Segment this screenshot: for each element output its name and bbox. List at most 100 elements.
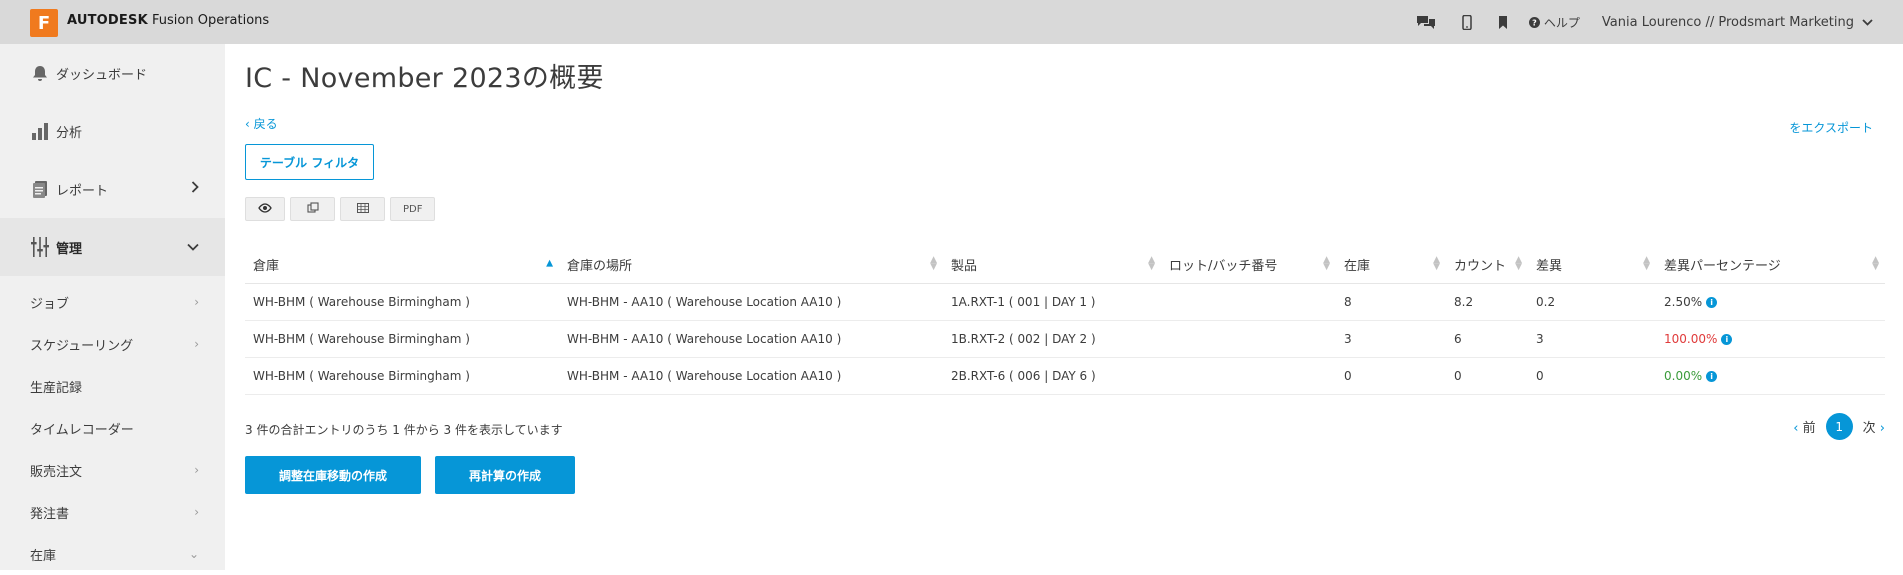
sidebar-subitem-production-records[interactable]: 生産記録 (0, 365, 225, 407)
column-header-location[interactable]: 倉庫の場所 ▲ ▼ (559, 246, 943, 284)
create-recount-button[interactable]: 再計算の作成 (435, 456, 575, 494)
page-title: IC - November 2023の概要 (245, 63, 604, 94)
chevron-down-icon (187, 239, 199, 255)
current-page[interactable]: 1 (1825, 413, 1853, 440)
chat-icon[interactable] (1416, 14, 1436, 30)
sidebar-subitem-label: 在庫 (30, 548, 57, 564)
cell-stock: 0 (1336, 357, 1446, 395)
sidebar-item-management[interactable]: 管理 (0, 218, 225, 276)
copy-icon (306, 201, 319, 217)
chevron-right-icon (191, 181, 199, 197)
cell-count: 8.2 (1446, 283, 1528, 321)
chevron-right-icon: › (194, 295, 199, 309)
bar-chart-icon (30, 122, 50, 140)
main-content: IC - November 2023の概要 ‹ 戻る をエクスポート テーブル … (245, 44, 1885, 570)
sidebar-subitem-label: 生産記録 (30, 380, 83, 396)
entries-summary: 3 件の合計エントリのうち 1 件から 3 件を表示しています (245, 423, 563, 437)
fusion-logo[interactable]: F (30, 9, 58, 37)
prev-page-link[interactable]: ‹ 前 (1793, 417, 1815, 436)
cell-lot (1161, 320, 1336, 358)
action-buttons: 調整在庫移動の作成 再計算の作成 (245, 456, 575, 494)
table-header-row: 倉庫 ▲ 倉庫の場所 ▲ ▼ 製品 ▲ ▼ ロット/バッチ番号 ▲ ▼ 在庫 ▲ ▼ カウント ▲ ▼… (245, 246, 1885, 284)
sidebar-subitem-jobs[interactable]: ジョブ › (0, 281, 225, 323)
info-icon[interactable]: i (1706, 370, 1718, 382)
column-header-stock[interactable]: 在庫 ▲ ▼ (1336, 246, 1446, 284)
sort-ascending-icon: ▲ (546, 258, 553, 269)
cell-stock: 3 (1336, 320, 1446, 358)
column-visibility-button[interactable] (245, 197, 285, 221)
sidebar-subitem-label: 発注書 (30, 506, 70, 522)
cell-count: 0 (1446, 357, 1528, 395)
chevron-down-icon (1862, 15, 1873, 30)
back-link[interactable]: ‹ 戻る (245, 115, 278, 132)
chevron-left-icon: ‹ (1793, 421, 1799, 436)
sidebar-subitem-purchase-orders[interactable]: 発注書 › (0, 491, 225, 533)
sidebar-subitem-sales-orders[interactable]: 販売注文 › (0, 449, 225, 491)
pdf-button[interactable]: PDF (390, 197, 436, 221)
column-header-difference-percent[interactable]: 差異パーセンテージ ▲ ▼ (1656, 246, 1885, 284)
sidebar-subitem-scheduling[interactable]: スケジューリング › (0, 323, 225, 365)
create-adjustment-button[interactable]: 調整在庫移動の作成 (245, 456, 421, 494)
column-header-lot[interactable]: ロット/バッチ番号 ▲ ▼ (1161, 246, 1336, 284)
user-menu[interactable]: Vania Lourenco // Prodsmart Marketing (1602, 15, 1873, 30)
csv-button[interactable] (340, 197, 385, 221)
sort-icon: ▲ ▼ (1323, 255, 1330, 273)
sort-icon: ▲ ▼ (1433, 255, 1440, 273)
info-icon[interactable]: i (1721, 333, 1733, 345)
cell-location: WH-BHM - AA10 ( Warehouse Location AA10 … (559, 320, 943, 358)
inventory-count-table: 倉庫 ▲ 倉庫の場所 ▲ ▼ 製品 ▲ ▼ ロット/バッチ番号 ▲ ▼ 在庫 ▲ ▼ カウント ▲ ▼… (245, 246, 1885, 395)
sidebar-subitem-label: スケジューリング (30, 338, 134, 354)
eye-icon (258, 202, 272, 216)
help-label: ヘルプ (1543, 15, 1580, 30)
cell-stock: 8 (1336, 283, 1446, 321)
cell-lot (1161, 283, 1336, 321)
sidebar-item-reports[interactable]: レポート (0, 160, 225, 218)
column-header-warehouse[interactable]: 倉庫 ▲ (245, 246, 559, 284)
cell-location: WH-BHM - AA10 ( Warehouse Location AA10 … (559, 357, 943, 395)
sidebar-subitem-time-recorder[interactable]: タイムレコーダー (0, 407, 225, 449)
cell-product: 2B.RXT-6 ( 006 | DAY 6 ) (943, 357, 1161, 395)
sliders-icon (30, 237, 50, 257)
pagination: ‹ 前 1 次 › (1793, 413, 1885, 440)
cell-product: 1B.RXT-2 ( 002 | DAY 2 ) (943, 320, 1161, 358)
cell-difference: 0 (1528, 357, 1656, 395)
sidebar-subitem-inventory[interactable]: 在庫 ⌄ (0, 533, 225, 575)
copy-button[interactable] (290, 197, 335, 221)
table-row[interactable]: WH-BHM ( Warehouse Birmingham ) WH-BHM -… (245, 357, 1885, 395)
brand-rest: Fusion Operations (147, 13, 270, 28)
info-icon[interactable]: i (1706, 296, 1718, 308)
sidebar-item-analytics[interactable]: 分析 (0, 102, 225, 160)
bookmark-icon[interactable] (1498, 15, 1508, 29)
sort-icon: ▲ ▼ (1643, 255, 1650, 273)
sidebar-subitem-label: タイムレコーダー (30, 422, 134, 438)
chevron-right-icon: › (194, 505, 199, 519)
sidebar-item-label: 分析 (56, 125, 83, 141)
column-header-product[interactable]: 製品 ▲ ▼ (943, 246, 1161, 284)
cell-warehouse: WH-BHM ( Warehouse Birmingham ) (245, 320, 559, 358)
column-header-difference[interactable]: 差異 ▲ ▼ (1528, 246, 1656, 284)
bell-icon (30, 65, 50, 82)
sort-icon: ▲ ▼ (1148, 255, 1155, 273)
chevron-right-icon: › (194, 337, 199, 351)
table-row[interactable]: WH-BHM ( Warehouse Birmingham ) WH-BHM -… (245, 320, 1885, 358)
next-page-link[interactable]: 次 › (1863, 417, 1885, 436)
sidebar: ダッシュボード 分析 レポート 管理 ジョブ › スケジューリング › 生産記録 (0, 44, 225, 570)
sidebar-item-label: ダッシュボード (56, 67, 148, 83)
cell-warehouse: WH-BHM ( Warehouse Birmingham ) (245, 283, 559, 321)
cell-difference: 0.2 (1528, 283, 1656, 321)
column-header-count[interactable]: カウント ▲ ▼ (1446, 246, 1528, 284)
sidebar-item-label: 管理 (56, 241, 83, 257)
mobile-icon[interactable] (1462, 14, 1472, 30)
cell-count: 6 (1446, 320, 1528, 358)
help-icon: ? (1529, 16, 1544, 30)
cell-difference-percent: 2.50% i (1656, 283, 1885, 321)
cell-product: 1A.RXT-1 ( 001 | DAY 1 ) (943, 283, 1161, 321)
table-filter-button[interactable]: テーブル フィルタ (245, 144, 374, 180)
sort-icon: ▲ ▼ (930, 255, 937, 273)
help-link[interactable]: ? ヘルプ (1529, 14, 1580, 31)
brand-name[interactable]: AUTODESK Fusion Operations (67, 13, 269, 28)
table-row[interactable]: WH-BHM ( Warehouse Birmingham ) WH-BHM -… (245, 283, 1885, 321)
sidebar-item-dashboard[interactable]: ダッシュボード (0, 44, 225, 102)
top-icons: ? ヘルプ Vania Lourenco // Prodsmart Market… (1403, 0, 1903, 44)
export-link[interactable]: をエクスポート (1789, 119, 1873, 136)
